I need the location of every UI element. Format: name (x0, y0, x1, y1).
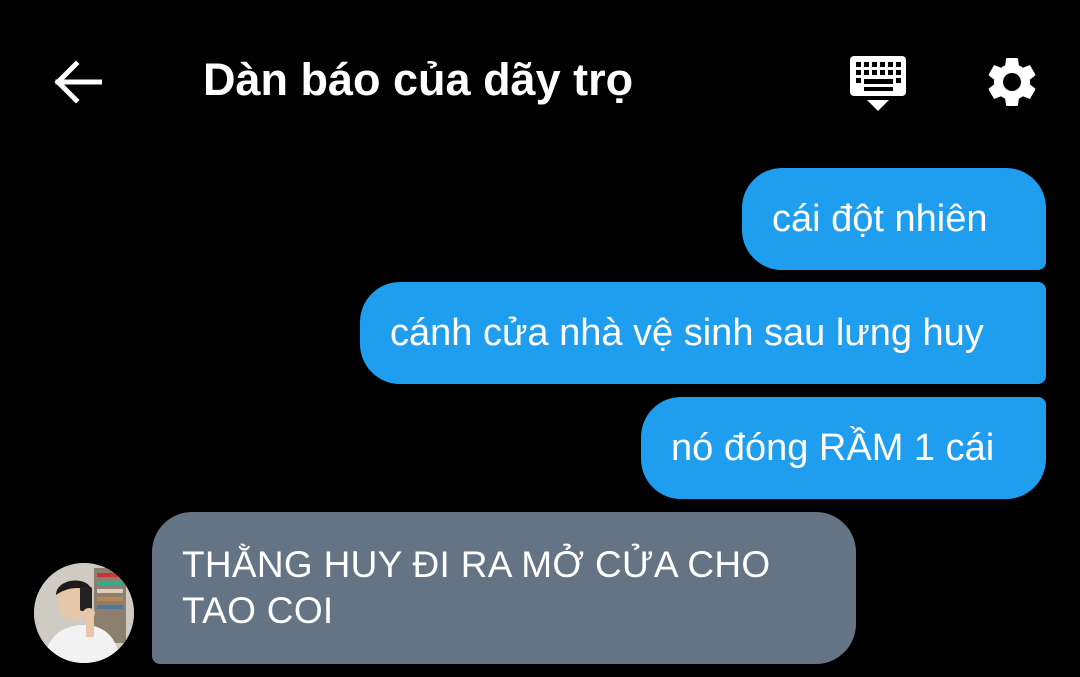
avatar-photo (34, 563, 134, 663)
sender-avatar[interactable] (34, 563, 134, 663)
settings-button[interactable] (982, 52, 1042, 112)
back-button[interactable] (50, 56, 106, 108)
gear-icon (988, 57, 1036, 106)
chat-header: Dàn báo của dãy trọ (0, 0, 1080, 160)
keyboard-hide-icon (850, 56, 906, 111)
message-bubble-incoming[interactable]: THẰNG HUY ĐI RA MỞ CỬA CHO TAO COI (152, 512, 856, 664)
chat-title: Dàn báo của dãy trọ (203, 54, 634, 105)
message-bubble-outgoing[interactable]: nó đóng RẦM 1 cái (641, 397, 1046, 499)
keyboard-toggle-button[interactable] (845, 52, 911, 114)
arrow-left-icon (54, 60, 102, 104)
message-bubble-outgoing[interactable]: cái đột nhiên (742, 168, 1046, 270)
message-bubble-outgoing[interactable]: cánh cửa nhà vệ sinh sau lưng huy (360, 282, 1046, 384)
